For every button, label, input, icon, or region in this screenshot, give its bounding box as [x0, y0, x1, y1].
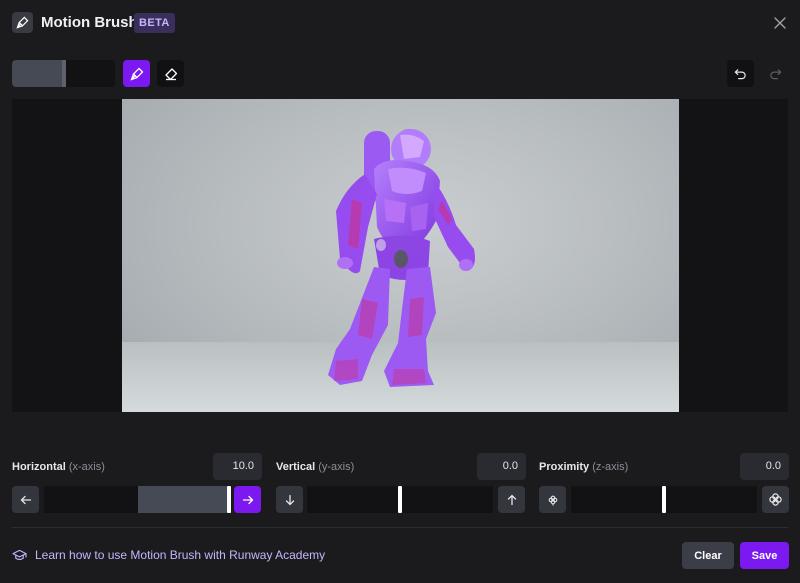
footer-divider [12, 527, 788, 528]
brush-size-fill [12, 60, 62, 87]
letterbox-right [678, 99, 788, 412]
academy-link-text[interactable]: Learn how to use Motion Brush with Runwa… [35, 548, 325, 562]
vertical-title: Vertical [276, 461, 316, 473]
eraser-icon [164, 67, 177, 80]
brush-size-handle[interactable] [62, 60, 66, 87]
brush-icon [12, 12, 33, 33]
horizontal-right-button[interactable] [234, 486, 261, 513]
arrow-right-icon [242, 495, 253, 504]
graduation-cap-icon [12, 549, 27, 560]
redo-icon [770, 69, 782, 80]
flower-small-icon [548, 495, 557, 505]
close-icon[interactable] [771, 14, 789, 32]
robot-figure [328, 129, 475, 387]
vertical-axis: (y-axis) [318, 461, 355, 473]
vertical-up-button[interactable] [498, 486, 525, 513]
brush-size-slider[interactable] [12, 60, 115, 87]
horizontal-label: Horizontal (x-axis) [12, 461, 105, 473]
video-canvas[interactable] [12, 99, 788, 412]
horizontal-value-input[interactable]: 10.0 [213, 453, 262, 480]
proximity-far-button[interactable] [762, 486, 789, 513]
vertical-value-input[interactable]: 0.0 [477, 453, 526, 480]
academy-link[interactable]: Learn how to use Motion Brush with Runwa… [12, 546, 325, 564]
save-button[interactable]: Save [740, 542, 789, 569]
flower-large-icon [769, 493, 782, 506]
proximity-slider-handle[interactable] [662, 486, 666, 513]
vertical-down-button[interactable] [276, 486, 303, 513]
letterbox-left [12, 99, 122, 412]
horizontal-title: Horizontal [12, 461, 66, 473]
vertical-slider[interactable] [307, 486, 493, 513]
redo-button[interactable] [762, 60, 789, 87]
vertical-label: Vertical (y-axis) [276, 461, 354, 473]
modal-header: Motion Brush BETA [0, 0, 800, 46]
motion-mask [328, 129, 475, 387]
horizontal-left-button[interactable] [12, 486, 39, 513]
video-frame[interactable] [122, 99, 679, 412]
horizontal-axis: (x-axis) [68, 461, 105, 473]
undo-icon [734, 69, 746, 80]
proximity-title: Proximity [539, 461, 590, 473]
arrow-left-icon [20, 495, 31, 504]
proximity-label: Proximity (z-axis) [539, 461, 628, 473]
eraser-tool-button[interactable] [157, 60, 184, 87]
vertical-slider-handle[interactable] [398, 486, 402, 513]
proximity-slider[interactable] [571, 486, 757, 513]
proximity-axis: (z-axis) [592, 461, 629, 473]
arrow-up-icon [507, 494, 516, 505]
beta-badge: BETA [134, 13, 175, 33]
page-title: Motion Brush [41, 14, 138, 31]
horizontal-slider-fill [138, 486, 227, 513]
horizontal-slider-handle[interactable] [227, 486, 231, 513]
brush-tool-button[interactable] [123, 60, 150, 87]
arrow-down-icon [285, 494, 294, 505]
proximity-near-button[interactable] [539, 486, 566, 513]
proximity-value-input[interactable]: 0.0 [740, 453, 789, 480]
clear-button[interactable]: Clear [682, 542, 734, 569]
brush-icon [129, 67, 143, 81]
undo-button[interactable] [727, 60, 754, 87]
horizontal-slider[interactable] [44, 486, 231, 513]
